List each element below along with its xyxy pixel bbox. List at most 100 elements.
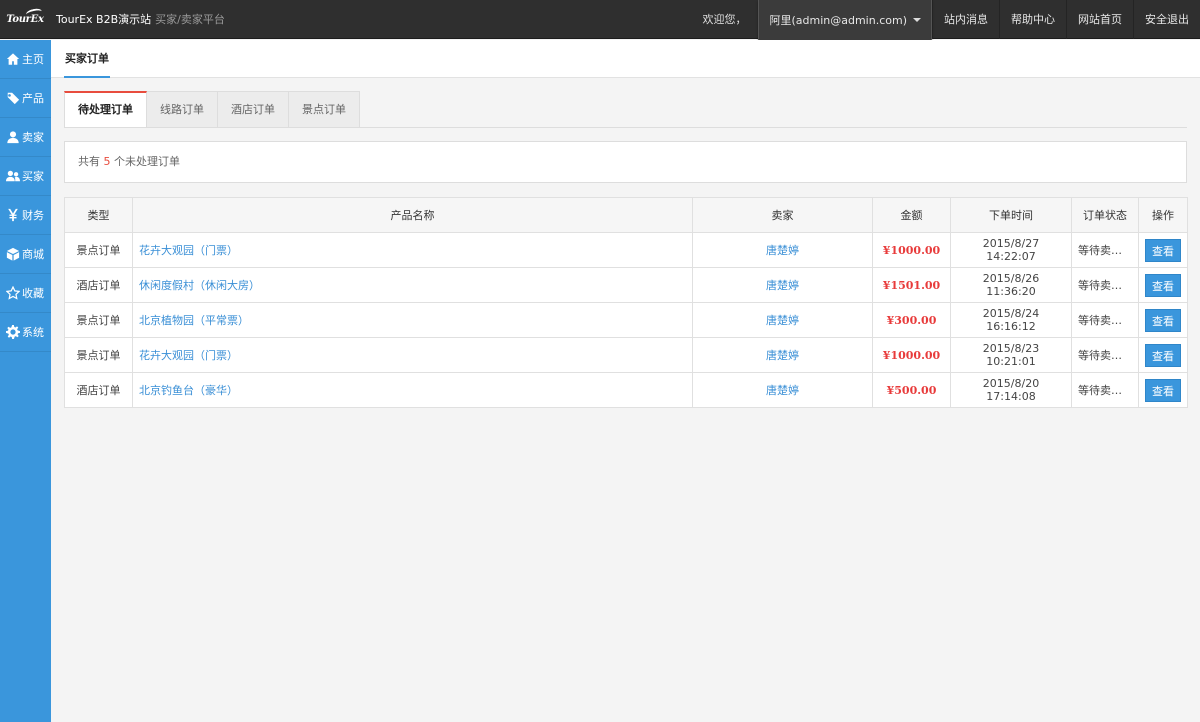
sidebar-item-label: 卖家: [22, 131, 44, 144]
users-icon: [6, 170, 20, 182]
pending-count: 5: [103, 155, 111, 168]
order-time: 2015/8/26 11:36:20: [950, 267, 1072, 303]
welcome-text: 欢迎您，: [702, 13, 747, 26]
chevron-down-icon: [913, 17, 921, 22]
order-time: 2015/8/24 16:16:12: [950, 302, 1072, 338]
order-status: 等待卖家...: [1071, 337, 1139, 373]
sidebar-item-label: 买家: [22, 170, 44, 183]
user-dropdown[interactable]: 阿里(admin@admin.com): [758, 0, 932, 41]
orders-table-wrapper: 类型 产品名称 卖家 金额 下单时间 订单状态 操作 景点订单 花卉大观园（门票…: [64, 197, 1188, 408]
order-amount: ¥500.00: [872, 372, 951, 408]
product-link[interactable]: 花卉大观园（门票）: [139, 349, 238, 362]
sidebar-item-products[interactable]: 产品: [0, 79, 51, 118]
sidebar-item-label: 系统: [22, 326, 44, 339]
top-right-menu: 欢迎您， 阿里(admin@admin.com) 站内消息 帮助中心 网站首页 …: [690, 0, 1200, 41]
column-header-order-time: 下单时间: [950, 197, 1072, 233]
sidebar-item-finance[interactable]: 财务: [0, 196, 51, 235]
order-type: 景点订单: [64, 302, 133, 338]
table-row: 景点订单 花卉大观园（门票） 唐楚婷 ¥1000.00 2015/8/27 14…: [64, 232, 1188, 268]
order-amount: ¥1000.00: [872, 337, 951, 373]
column-header-product: 产品名称: [132, 197, 693, 233]
table-header-row: 类型 产品名称 卖家 金额 下单时间 订单状态 操作: [64, 197, 1188, 233]
order-status: 等待卖家...: [1071, 267, 1139, 303]
order-time: 2015/8/27 14:22:07: [950, 232, 1072, 268]
star-icon: [6, 286, 20, 300]
product-link[interactable]: 花卉大观园（门票）: [139, 244, 238, 257]
page-header: 买家订单: [51, 40, 1200, 78]
view-button[interactable]: 查看: [1145, 378, 1181, 402]
seller-name[interactable]: 唐楚婷: [692, 337, 873, 373]
table-row: 酒店订单 休闲度假村（休闲大房） 唐楚婷 ¥1501.00 2015/8/26 …: [64, 267, 1188, 303]
sidebar-item-mall[interactable]: 商城: [0, 235, 51, 274]
table-row: 景点订单 北京植物园（平常票） 唐楚婷 ¥300.00 2015/8/24 16…: [64, 302, 1188, 338]
user-icon: [7, 131, 19, 144]
view-button[interactable]: 查看: [1145, 273, 1181, 297]
top-navbar: TourEx TourEx B2B演示站 买家/卖家平台 欢迎您， 阿里(adm…: [0, 0, 1200, 41]
seller-name[interactable]: 唐楚婷: [692, 302, 873, 338]
orders-table: 类型 产品名称 卖家 金额 下单时间 订单状态 操作 景点订单 花卉大观园（门票…: [64, 197, 1188, 408]
page-title: 买家订单: [64, 40, 110, 78]
site-title: TourEx B2B演示站: [56, 13, 152, 26]
pending-summary: 共有 5 个未处理订单: [64, 141, 1187, 183]
sidebar-item-favorites[interactable]: 收藏: [0, 274, 51, 313]
messages-link[interactable]: 站内消息: [932, 0, 999, 39]
gear-icon: [6, 325, 20, 339]
sidebar-item-label: 商城: [22, 248, 44, 261]
column-header-type: 类型: [64, 197, 133, 233]
home-icon: [6, 53, 20, 65]
table-row: 酒店订单 北京钓鱼台（豪华） 唐楚婷 ¥500.00 2015/8/20 17:…: [64, 372, 1188, 408]
tabs-divider: [64, 127, 1187, 128]
tab-pending-orders[interactable]: 待处理订单: [64, 91, 147, 128]
main-content: 买家订单 待处理订单 线路订单 酒店订单 景点订单 共有 5 个未处理订单 类型…: [51, 40, 1200, 722]
sidebar-item-sellers[interactable]: 卖家: [0, 118, 51, 157]
product-link[interactable]: 北京钓鱼台（豪华）: [139, 384, 238, 397]
table-row: 景点订单 花卉大观园（门票） 唐楚婷 ¥1000.00 2015/8/23 10…: [64, 337, 1188, 373]
user-name: 阿里(admin@admin.com): [769, 13, 907, 27]
column-header-amount: 金额: [872, 197, 951, 233]
tab-hotel-orders[interactable]: 酒店订单: [218, 91, 289, 128]
view-button[interactable]: 查看: [1145, 238, 1181, 262]
order-type: 景点订单: [64, 232, 133, 268]
view-button[interactable]: 查看: [1145, 343, 1181, 367]
tab-attraction-orders[interactable]: 景点订单: [289, 91, 360, 128]
sidebar-item-label: 主页: [22, 53, 44, 66]
sidebar-item-label: 收藏: [22, 287, 44, 300]
tab-route-orders[interactable]: 线路订单: [147, 91, 218, 128]
view-button[interactable]: 查看: [1145, 308, 1181, 332]
sidebar-item-system[interactable]: 系统: [0, 313, 51, 352]
order-type: 酒店订单: [64, 372, 133, 408]
logo[interactable]: TourEx: [0, 0, 50, 39]
sidebar-item-label: 财务: [22, 209, 44, 222]
yen-icon: [8, 208, 18, 222]
site-home-link[interactable]: 网站首页: [1066, 0, 1133, 39]
order-amount: ¥1501.00: [872, 267, 951, 303]
order-status: 等待卖家...: [1071, 372, 1139, 408]
tag-icon: [6, 92, 20, 105]
order-type: 景点订单: [64, 337, 133, 373]
seller-name[interactable]: 唐楚婷: [692, 232, 873, 268]
help-center-link[interactable]: 帮助中心: [999, 0, 1066, 39]
order-amount: ¥1000.00: [872, 232, 951, 268]
order-type: 酒店订单: [64, 267, 133, 303]
sidebar-item-buyers[interactable]: 买家: [0, 157, 51, 196]
sidebar: 主页 产品 卖家 买家 财务 商城 收藏 系统: [0, 40, 51, 722]
site-subtitle: 买家/卖家平台: [155, 13, 225, 26]
seller-name[interactable]: 唐楚婷: [692, 372, 873, 408]
column-header-status: 订单状态: [1071, 197, 1139, 233]
order-tabs: 待处理订单 线路订单 酒店订单 景点订单: [64, 91, 360, 128]
order-time: 2015/8/20 17:14:08: [950, 372, 1072, 408]
order-status: 等待卖家...: [1071, 302, 1139, 338]
column-header-seller: 卖家: [692, 197, 873, 233]
column-header-action: 操作: [1138, 197, 1188, 233]
seller-name[interactable]: 唐楚婷: [692, 267, 873, 303]
order-status: 等待卖家...: [1071, 232, 1139, 268]
summary-suffix: 个未处理订单: [114, 155, 180, 168]
box-icon: [6, 247, 20, 261]
product-link[interactable]: 休闲度假村（休闲大房）: [139, 279, 260, 292]
order-time: 2015/8/23 10:21:01: [950, 337, 1072, 373]
product-link[interactable]: 北京植物园（平常票）: [139, 314, 249, 327]
order-amount: ¥300.00: [872, 302, 951, 338]
summary-prefix: 共有: [78, 155, 100, 168]
logout-link[interactable]: 安全退出: [1133, 0, 1200, 39]
sidebar-item-home[interactable]: 主页: [0, 40, 51, 79]
